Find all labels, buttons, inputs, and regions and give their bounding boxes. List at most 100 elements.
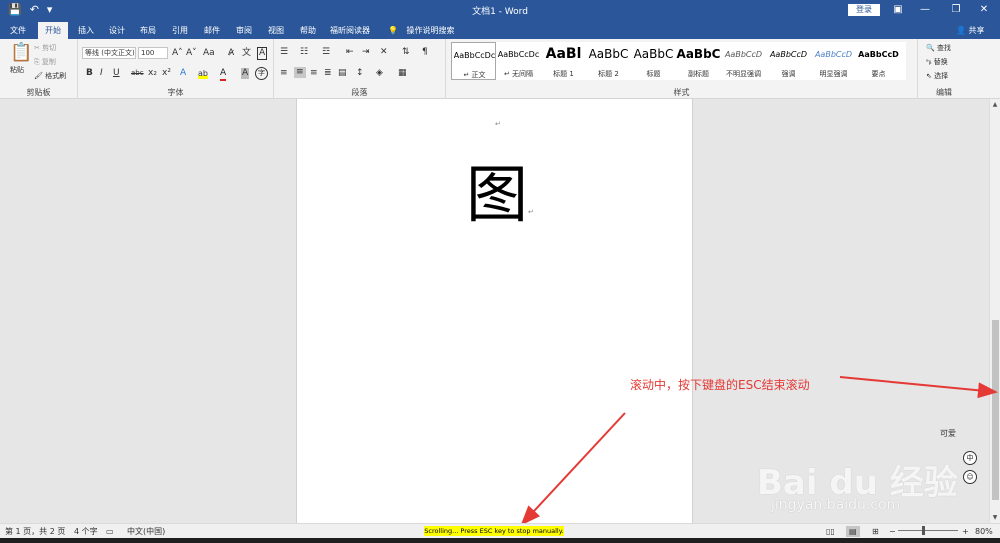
sort-icon[interactable]: ⇅ [402,47,410,58]
strikethrough-icon[interactable]: abc [131,68,144,79]
font-name-combo[interactable]: 等线 (中文正文) [82,47,136,59]
vertical-scrollbar[interactable]: ▲ ▼ [989,99,1000,523]
character-shading-icon[interactable]: A [241,68,250,79]
line-spacing-icon[interactable]: ↕ [356,68,364,79]
select-button[interactable]: ⇖ 选择 [926,71,948,81]
tab-mailings[interactable]: 邮件 [198,22,226,39]
tab-file[interactable]: 文件 [4,22,32,39]
bullets-icon[interactable]: ☰ [280,47,288,58]
tab-home[interactable]: 开始 [38,22,68,39]
style-heading-1[interactable]: AaBl 标题 1 [541,42,586,80]
tell-me-search[interactable]: 💡 操作说明搜索 [388,22,455,39]
zoom-slider-thumb[interactable] [922,526,925,535]
tab-foxit-reader[interactable]: 福昕阅读器 [326,22,374,39]
tab-review[interactable]: 审阅 [230,22,258,39]
chinese-layout-icon[interactable]: ✕ [380,47,388,58]
multilevel-list-icon[interactable]: ☲ [322,47,330,58]
select-label: 选择 [934,72,949,80]
style-no-spacing[interactable]: AaBbCcDc ↵ 无间隔 [496,42,541,80]
italic-icon[interactable]: I [100,68,103,79]
character-border-icon[interactable]: A [257,47,268,60]
show-marks-icon[interactable]: ¶ [422,47,428,58]
borders-icon[interactable]: ▦ [398,68,407,79]
zoom-in-button[interactable]: + [962,526,969,537]
language-indicator[interactable]: 中文(中国) [127,526,165,537]
paragraph-mark: ↵ [528,208,534,216]
copy-button[interactable]: ⎘ 复制 [34,57,56,67]
login-button[interactable]: 登录 [848,4,880,16]
print-layout-icon[interactable]: ▤ [846,526,860,537]
tab-design[interactable]: 设计 [103,22,131,39]
ribbon-display-options-icon[interactable]: ▣ [886,2,910,18]
phonetic-guide-icon[interactable]: 文 [242,48,251,59]
justify-icon[interactable]: ≣ [324,68,332,79]
cut-button[interactable]: ✂ 剪切 [34,43,56,53]
style-normal[interactable]: AaBbCcDc ↵ 正文 [451,42,496,80]
font-size-combo[interactable]: 100 [138,47,168,59]
emoji-icon: ☺ [963,470,977,484]
subscript-icon[interactable]: x₂ [148,68,157,79]
text-effects-icon[interactable]: A [180,68,186,79]
style-sample: AaBbCcD [858,50,899,59]
align-center-icon[interactable]: ≡ [294,67,306,78]
grow-font-icon[interactable]: A˄ [172,48,183,59]
tab-view[interactable]: 视图 [262,22,290,39]
change-case-icon[interactable]: Aa [203,48,215,59]
replace-button[interactable]: ᵃᵦ 替换 [926,57,948,67]
numbering-icon[interactable]: ☷ [300,47,308,58]
tell-me-label: 操作说明搜索 [406,26,455,35]
paste-button[interactable]: 粘贴 [10,65,24,75]
format-painter-button[interactable]: 🖌 格式刷 [34,71,66,81]
style-sample: AaBbCcD [814,50,853,59]
restore-button[interactable]: ❐ [944,2,968,18]
enclose-characters-icon[interactable]: 字 [255,67,268,80]
highlight-icon[interactable]: ab [198,68,208,79]
align-left-icon[interactable]: ≡ [280,68,288,79]
underline-icon[interactable]: U [113,68,120,79]
style-subtle-emphasis[interactable]: AaBbCcD 不明显强调 [721,42,766,80]
style-sample: AaBbC [633,47,674,61]
scroll-up-icon[interactable]: ▲ [990,99,1000,110]
web-layout-icon[interactable]: ⊞ [872,526,879,537]
font-color-icon[interactable]: A [220,68,227,81]
zoom-out-button[interactable]: − [889,526,896,537]
style-subtitle[interactable]: AaBbC 副标题 [676,42,721,80]
zoom-slider-track[interactable] [898,530,958,531]
style-strong[interactable]: AaBbCcD 要点 [856,42,901,80]
tab-insert[interactable]: 插入 [72,22,100,39]
shrink-font-icon[interactable]: A˅ [186,48,197,59]
clear-formatting-icon[interactable]: A̷ [228,48,234,59]
align-right-icon[interactable]: ≡ [310,68,318,79]
format-painter-label: 格式刷 [45,72,67,80]
proofing-icon[interactable]: ▭ [106,526,114,537]
word-count[interactable]: 4 个字 [74,526,98,537]
read-mode-icon[interactable]: ▯▯ [826,526,835,537]
style-heading-2[interactable]: AaBbC 标题 2 [586,42,631,80]
share-button[interactable]: 👤 共享 [956,22,985,39]
tab-help[interactable]: 帮助 [294,22,322,39]
superscript-icon[interactable]: x² [162,68,171,79]
style-name: ↵ 无间隔 [503,70,534,78]
shading-icon[interactable]: ◈ [376,68,383,79]
tab-references[interactable]: 引用 [166,22,194,39]
minimize-button[interactable]: — [913,2,937,18]
style-title[interactable]: AaBbC 标题 [631,42,676,80]
style-name: 标题 1 [553,70,574,78]
paste-icon[interactable]: 📋 [10,43,32,63]
zoom-level[interactable]: 80% [975,526,993,537]
style-sample: AaBbC [588,47,629,61]
scroll-thumb[interactable] [992,320,999,500]
tab-layout[interactable]: 布局 [134,22,162,39]
style-sample: AaBbCcDc [453,51,496,60]
increase-indent-icon[interactable]: ⇥ [362,47,370,58]
decrease-indent-icon[interactable]: ⇤ [346,47,354,58]
close-button[interactable]: ✕ [972,2,996,18]
document-text[interactable]: 图 [466,158,528,232]
scroll-down-icon[interactable]: ▼ [990,512,1000,523]
style-emphasis[interactable]: AaBbCcD 强调 [766,42,811,80]
page-count[interactable]: 第 1 页，共 2 页 [5,526,65,537]
distributed-icon[interactable]: ▤ [338,68,347,79]
find-button[interactable]: 🔍 查找 [926,43,951,53]
style-intense-emphasis[interactable]: AaBbCcD 明显强调 [811,42,856,80]
bold-icon[interactable]: B [86,68,93,79]
